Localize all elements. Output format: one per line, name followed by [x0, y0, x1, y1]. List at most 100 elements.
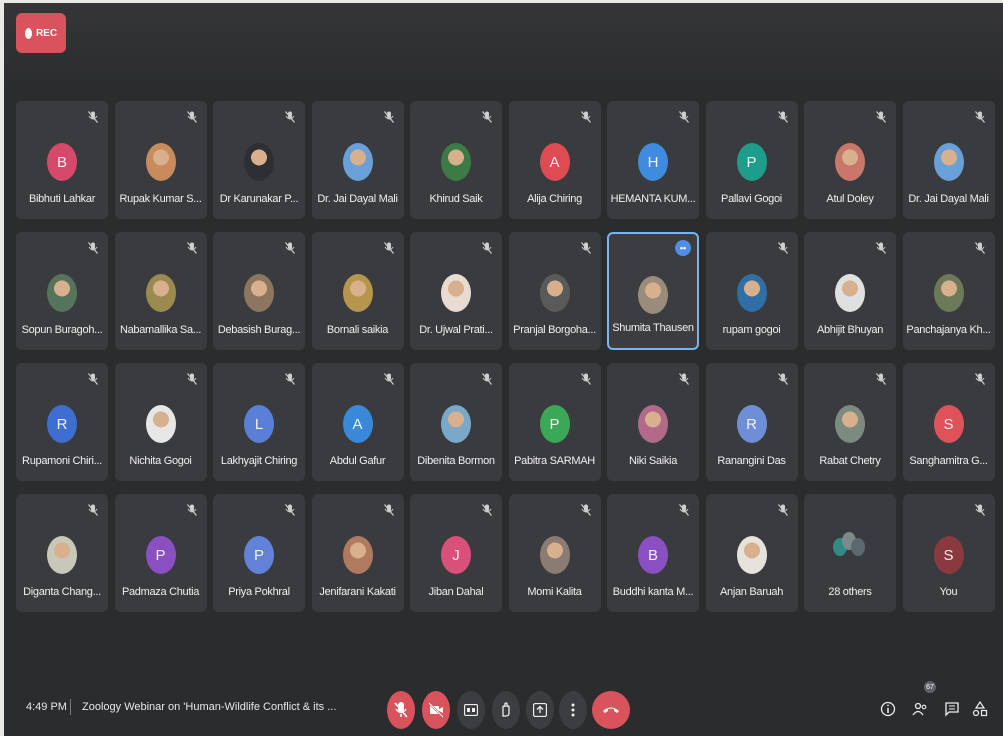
- present-icon: [533, 703, 547, 717]
- participant-tile[interactable]: Dibenita Bormon: [410, 363, 502, 481]
- mic-muted-icon: [285, 504, 295, 516]
- microphone-toggle-button[interactable]: [387, 691, 415, 729]
- present-button[interactable]: [526, 691, 554, 729]
- mic-muted-icon: [383, 373, 394, 385]
- grouped-avatars-icon: [833, 532, 867, 562]
- participant-tile[interactable]: Debasish Burag...: [213, 232, 305, 350]
- participant-tile[interactable]: P Padmaza Chutia: [114, 494, 207, 612]
- participant-tile[interactable]: 28 others: [804, 494, 896, 612]
- participant-avatar: [244, 143, 274, 181]
- mic-muted-icon: [876, 242, 886, 254]
- participant-name: Pabitra SARMAH: [514, 455, 595, 467]
- meeting-time: 4:49 PM: [26, 701, 67, 713]
- participant-name: Momi Kalita: [527, 586, 582, 598]
- participant-tile[interactable]: •• Shumita Thausen: [607, 232, 699, 350]
- mic-muted-icon: [482, 373, 492, 385]
- participant-avatar: H: [638, 143, 668, 181]
- participant-tile[interactable]: Jenifarani Kakati: [311, 494, 404, 612]
- chat-button[interactable]: [942, 697, 962, 721]
- participant-tile[interactable]: Niki Saikia: [607, 363, 699, 481]
- participant-tile[interactable]: Bornali saikia: [311, 232, 404, 350]
- participant-tile[interactable]: Sopun Buragoh...: [16, 232, 108, 350]
- raise-hand-icon: [502, 702, 510, 717]
- participant-avatar: B: [638, 536, 668, 574]
- participant-name: Debasish Burag...: [217, 324, 301, 336]
- participant-tile[interactable]: R Rupamoni Chiri...: [16, 363, 108, 481]
- meeting-info-button[interactable]: [878, 697, 898, 721]
- mic-muted-icon: [974, 242, 985, 254]
- participant-tile[interactable]: A Abdul Gafur: [311, 363, 404, 481]
- participant-tile[interactable]: Dr. Ujwal Prati...: [410, 232, 502, 350]
- participant-avatar: [145, 405, 176, 443]
- participant-tile[interactable]: B Bibhuti Lahkar: [16, 101, 108, 219]
- participant-tile[interactable]: L Lakhyajit Chiring: [213, 363, 305, 481]
- participant-avatar: P: [145, 536, 176, 574]
- more-options-button[interactable]: [559, 691, 587, 729]
- participant-avatar: [145, 274, 176, 312]
- participant-tile[interactable]: Dr Karunakar P...: [213, 101, 305, 219]
- participant-name: Sopun Buragoh...: [21, 324, 103, 336]
- participant-name: Bibhuti Lahkar: [28, 193, 96, 205]
- captions-button[interactable]: [457, 691, 485, 729]
- participant-avatar: [933, 143, 964, 181]
- participant-tile[interactable]: Panchajanya Kh...: [902, 232, 995, 350]
- participant-tile[interactable]: S You: [902, 494, 995, 612]
- participant-avatar: [441, 143, 471, 181]
- participant-tile[interactable]: Momi Kalita: [508, 494, 601, 612]
- participant-name: Khirud Saik: [429, 193, 483, 205]
- participant-name: Dibenita Bormon: [417, 455, 495, 467]
- participant-tile[interactable]: Nabamallika Sa...: [114, 232, 207, 350]
- participant-name: Shumita Thausen: [612, 322, 694, 334]
- participant-name: Atul Doley: [826, 193, 874, 205]
- participant-tile[interactable]: A Alija Chiring: [508, 101, 601, 219]
- mic-muted-icon: [679, 504, 689, 516]
- participant-tile[interactable]: P Pallavi Gogoi: [705, 101, 798, 219]
- mic-muted-icon: [285, 373, 295, 385]
- end-call-button[interactable]: [592, 691, 630, 729]
- participant-tile[interactable]: Rupak Kumar S...: [114, 101, 207, 219]
- participant-tile[interactable]: rupam gogoi: [705, 232, 798, 350]
- people-button[interactable]: [910, 697, 930, 721]
- participant-name: Panchajanya Kh...: [906, 324, 991, 336]
- meeting-title[interactable]: Zoology Webinar on 'Human-Wildlife Confl…: [82, 701, 336, 713]
- camera-toggle-button[interactable]: [422, 691, 450, 729]
- raise-hand-button[interactable]: [492, 691, 520, 729]
- participant-tile[interactable]: Anjan Baruah: [705, 494, 798, 612]
- participant-tile[interactable]: Nichita Gogoi: [114, 363, 207, 481]
- mic-muted-icon: [777, 111, 788, 123]
- participant-tile[interactable]: Khirud Saik: [410, 101, 502, 219]
- participant-name: Jenifarani Kakati: [319, 586, 396, 598]
- participant-tile[interactable]: Dr. Jai Dayal Mali: [902, 101, 995, 219]
- participant-avatar: [441, 274, 471, 312]
- participant-tile[interactable]: Pranjal Borgoha...: [508, 232, 601, 350]
- participant-tile[interactable]: R Ranangini Das: [705, 363, 798, 481]
- participant-tile[interactable]: P Pabitra SARMAH: [508, 363, 601, 481]
- participant-tile[interactable]: Abhijit Bhuyan: [804, 232, 896, 350]
- meet-screen: REC B Bibhuti Lahkar Rupak Kumar S... Dr Ka…: [4, 3, 1003, 736]
- participant-avatar: [835, 274, 865, 312]
- info-icon: [880, 701, 896, 717]
- participant-name: Priya Pokhral: [228, 586, 290, 598]
- participant-avatar: [835, 405, 865, 443]
- participant-avatar: [539, 274, 570, 312]
- participant-tile[interactable]: Diganta Chang...: [16, 494, 108, 612]
- participant-tile[interactable]: H HEMANTA KUM...: [607, 101, 699, 219]
- avatar: [851, 538, 865, 556]
- participant-name: Sanghamitra G...: [909, 455, 988, 467]
- participant-tile[interactable]: P Priya Pokhral: [213, 494, 305, 612]
- participant-tile[interactable]: Rabat Chetry: [804, 363, 896, 481]
- participant-tile[interactable]: Dr. Jai Dayal Mali: [311, 101, 404, 219]
- participant-tile[interactable]: Atul Doley: [804, 101, 896, 219]
- participant-name: Rupak Kumar S...: [119, 193, 202, 205]
- participant-avatar: [47, 536, 77, 574]
- participant-tile[interactable]: S Sanghamitra G...: [902, 363, 995, 481]
- participant-tile[interactable]: J Jiban Dahal: [410, 494, 502, 612]
- recording-label: REC: [35, 27, 58, 39]
- participant-avatar: [539, 536, 570, 574]
- participant-avatar: R: [47, 405, 77, 443]
- people-icon: [912, 702, 927, 716]
- activities-button[interactable]: [970, 697, 990, 721]
- participant-tile[interactable]: B Buddhi kanta M...: [607, 494, 699, 612]
- mic-muted-icon: [186, 373, 197, 385]
- mic-muted-icon: [383, 111, 394, 123]
